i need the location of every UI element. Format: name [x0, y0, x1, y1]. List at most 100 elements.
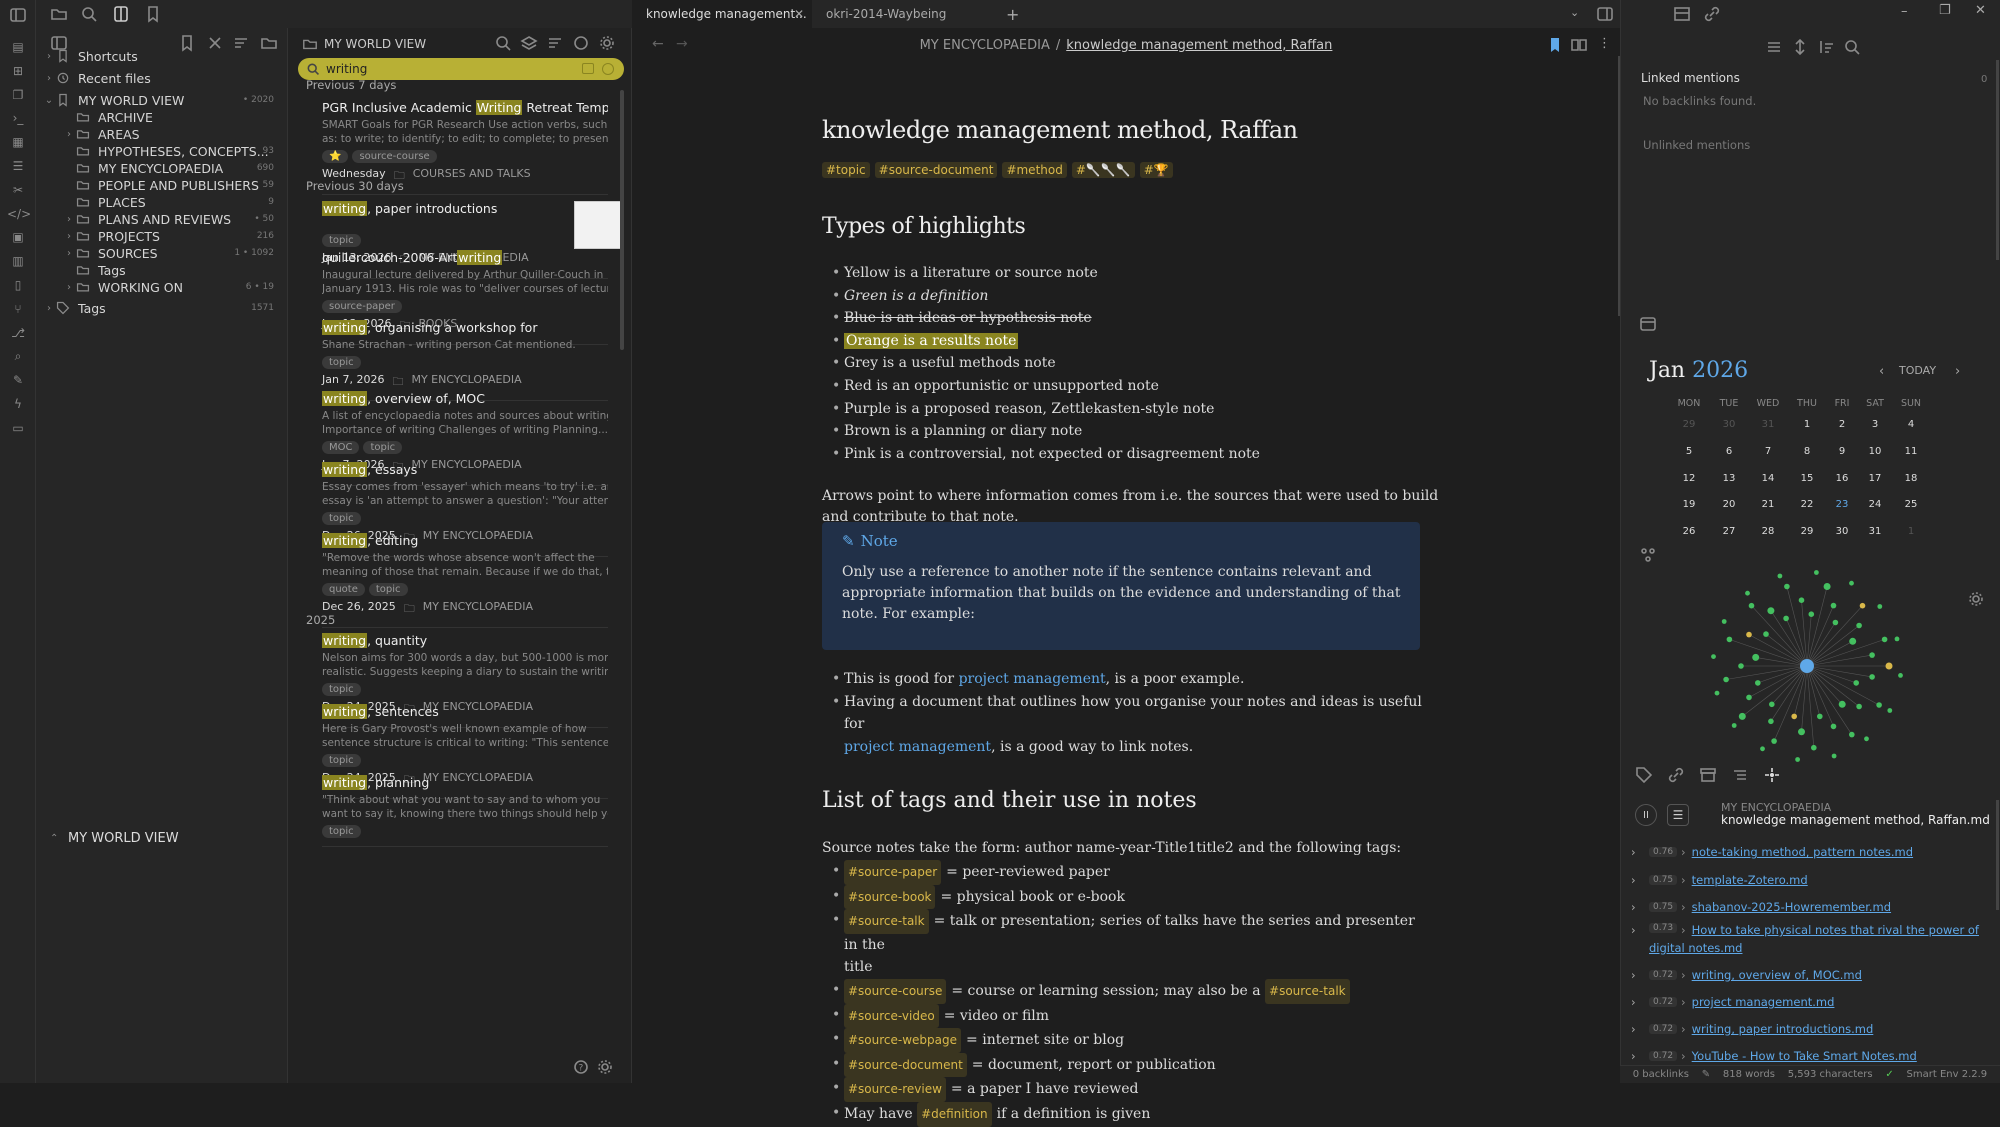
- tag-pill[interactable]: source-paper: [322, 300, 402, 313]
- calendar-day[interactable]: 11: [1891, 446, 1931, 457]
- calendar-day[interactable]: 1: [1787, 419, 1827, 430]
- table-icon[interactable]: [1673, 5, 1691, 23]
- tag-pill[interactable]: MOC: [322, 441, 360, 454]
- calendar-day[interactable]: 8: [1787, 446, 1827, 457]
- breadcrumb-current[interactable]: knowledge management method, Raffan: [1066, 38, 1332, 53]
- chevron-right-icon[interactable]: ›: [1631, 923, 1641, 937]
- link-icon[interactable]: [1667, 766, 1685, 784]
- scrollbar[interactable]: [1996, 60, 1999, 260]
- connection-link[interactable]: YouTube - How to Take Smart Notes.md: [1692, 1049, 1917, 1063]
- check-circle-icon[interactable]: ✓: [1885, 1069, 1893, 1080]
- back-icon[interactable]: ←: [652, 36, 664, 52]
- calendar-day[interactable]: 1: [1891, 526, 1931, 537]
- connection-link[interactable]: How to take physical notes that rival th…: [1692, 923, 1979, 937]
- pen-icon[interactable]: ✎: [7, 373, 29, 393]
- connection-link[interactable]: writing, paper introductions.md: [1692, 1022, 1874, 1036]
- scrollbar[interactable]: [1996, 800, 1999, 910]
- connection-item[interactable]: › 0.75 › shabanov-2025-Howremember.md: [1631, 896, 1991, 918]
- bookmark-icon[interactable]: [144, 5, 162, 23]
- calendar-day[interactable]: 4: [1891, 419, 1931, 430]
- tag-pill[interactable]: topic: [322, 512, 361, 525]
- book-open-icon[interactable]: [112, 5, 130, 23]
- calendar-day[interactable]: 12: [1669, 473, 1709, 484]
- tag-pill[interactable]: topic: [322, 754, 361, 767]
- calendar-day[interactable]: 19: [1669, 499, 1709, 510]
- link-icon[interactable]: [1703, 5, 1721, 23]
- outline-icon[interactable]: [1731, 766, 1749, 784]
- folder-icon[interactable]: [50, 5, 68, 23]
- sidebar-toggle-icon[interactable]: [9, 6, 27, 24]
- search-input[interactable]: writing: [298, 58, 624, 80]
- chevron-right-icon[interactable]: ›: [1631, 995, 1641, 1009]
- calendar-icon[interactable]: ▣: [7, 230, 29, 250]
- layers-icon[interactable]: [520, 34, 538, 52]
- book-icon[interactable]: ▥: [7, 254, 29, 274]
- calendar-icon[interactable]: [1639, 314, 1657, 332]
- search-icon[interactable]: [80, 5, 98, 23]
- tag-pill[interactable]: #method: [1002, 162, 1067, 178]
- tag-pill[interactable]: topic: [322, 356, 361, 369]
- calendar-day[interactable]: 14: [1748, 473, 1788, 484]
- calendar-day[interactable]: 5: [1669, 446, 1709, 457]
- minimize-icon[interactable]: –: [1901, 4, 1908, 19]
- calendar-day[interactable]: 30: [1709, 419, 1749, 430]
- maximize-icon[interactable]: ❐: [1939, 3, 1951, 18]
- connection-item[interactable]: › 0.76 › note-taking method, pattern notes.…: [1631, 841, 1991, 863]
- calendar-day[interactable]: 22: [1787, 499, 1827, 510]
- tree-item[interactable]: › WORKING ON 6 • 19: [36, 276, 288, 298]
- chevron-right-icon[interactable]: ›: [1631, 873, 1641, 887]
- connection-link[interactable]: shabanov-2025-Howremember.md: [1692, 900, 1891, 914]
- calendar-day[interactable]: 18: [1891, 473, 1931, 484]
- search-icon[interactable]: ⌕: [7, 349, 29, 369]
- next-month-icon[interactable]: ›: [1955, 364, 1960, 379]
- archive-icon[interactable]: [1699, 766, 1717, 784]
- tree-item[interactable]: › Shortcuts: [36, 45, 288, 67]
- tag-pill[interactable]: ⭐: [322, 150, 349, 163]
- connection-link[interactable]: project management.md: [1692, 995, 1835, 1009]
- tag-pill[interactable]: #source-talk: [1265, 978, 1350, 1004]
- grid-icon[interactable]: ⊞: [7, 64, 29, 84]
- calendar-day[interactable]: 26: [1669, 526, 1709, 537]
- clipboard-icon[interactable]: ▭: [7, 421, 29, 441]
- tag-pill[interactable]: topic: [368, 583, 408, 596]
- tag-pill[interactable]: #🏆: [1139, 162, 1173, 178]
- connection-item[interactable]: › 0.73 › How to take physical notes that ri…: [1631, 923, 1991, 959]
- tag-pill[interactable]: topic: [322, 683, 361, 696]
- tag-pill[interactable]: topic: [363, 441, 403, 454]
- scrollbar[interactable]: [620, 90, 624, 350]
- tag-pill[interactable]: quote: [322, 583, 365, 596]
- smart-connections-icon[interactable]: [1763, 766, 1781, 784]
- calendar-day[interactable]: 10: [1855, 446, 1895, 457]
- local-graph[interactable]: [1707, 566, 1907, 766]
- tag-pill[interactable]: topic: [322, 825, 361, 838]
- tree-item[interactable]: › Recent files: [36, 67, 288, 89]
- bolt-icon[interactable]: ϟ: [7, 397, 29, 417]
- tag-pill[interactable]: #source-document: [844, 1052, 967, 1078]
- match-case-icon[interactable]: [582, 63, 594, 74]
- right-sidebar-icon[interactable]: [1596, 5, 1614, 23]
- tag-pill[interactable]: #🥄🥄🥄: [1071, 162, 1135, 178]
- connection-link[interactable]: template-Zotero.md: [1692, 873, 1808, 887]
- sort-icon[interactable]: [1817, 38, 1835, 56]
- connection-item[interactable]: › 0.72 › writing, overview of, MOC.md: [1631, 964, 1991, 986]
- tag-pill[interactable]: topic: [322, 234, 361, 247]
- graph-icon[interactable]: [1639, 546, 1657, 564]
- copy-icon[interactable]: ❐: [7, 88, 29, 108]
- calendar-day[interactable]: 31: [1748, 419, 1788, 430]
- close-window-icon[interactable]: ✕: [1975, 3, 1986, 18]
- menu-icon[interactable]: ☰: [1667, 804, 1689, 826]
- connection-item[interactable]: › 0.72 › writing, paper introductions.md: [1631, 1018, 1991, 1040]
- chevron-right-icon[interactable]: ›: [1631, 1049, 1641, 1063]
- settings-icon[interactable]: [1967, 590, 1985, 608]
- forward-icon[interactable]: →: [676, 36, 688, 52]
- chevron-right-icon[interactable]: ›: [1631, 1022, 1641, 1036]
- calendar-day[interactable]: 15: [1787, 473, 1827, 484]
- search-result[interactable]: writing, organising a workshop for Shane …: [322, 320, 608, 401]
- tab-okri[interactable]: okri-2014-Waybeing: [812, 0, 992, 28]
- pause-icon[interactable]: II: [1635, 804, 1657, 826]
- pencil-icon[interactable]: ✎: [1702, 1069, 1710, 1080]
- new-tab-icon[interactable]: +: [992, 0, 1022, 28]
- calendar-day[interactable]: 27: [1709, 526, 1749, 537]
- linked-mentions-heading[interactable]: Linked mentions: [1641, 71, 1740, 85]
- connection-item[interactable]: › 0.72 › YouTube - How to Take Smart Notes.…: [1631, 1045, 1991, 1067]
